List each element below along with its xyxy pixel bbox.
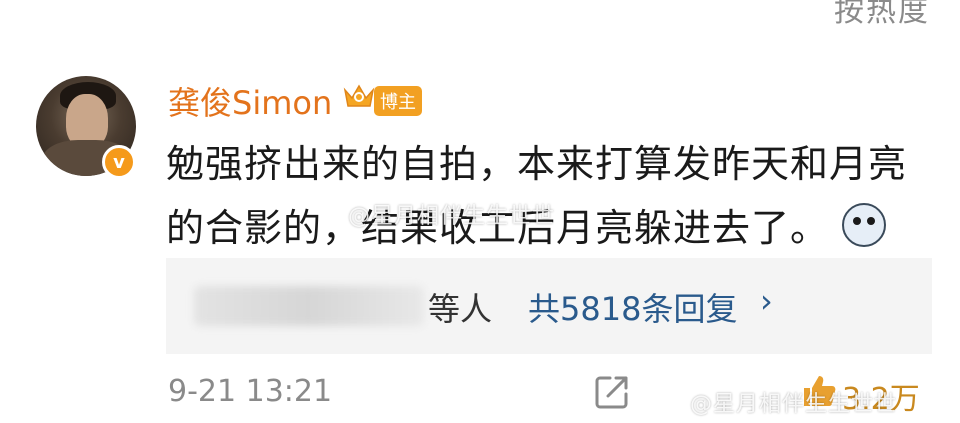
husky-emoji-icon <box>842 203 887 247</box>
blurred-reply-names <box>194 286 424 326</box>
share-icon[interactable] <box>594 374 630 410</box>
username[interactable]: 龚俊Simon <box>168 78 332 124</box>
watermark-center: @星月相伴生生世世 <box>348 204 556 229</box>
comment-text: 勉强挤出来的自拍，本来打算发昨天和月亮 的合影的，结果收工后月亮躲进去了。 <box>166 132 946 260</box>
reply-preview-box[interactable]: 等人 共5818条回复 › <box>166 258 932 354</box>
view-replies-link[interactable]: 共5818条回复 <box>528 284 737 330</box>
comment-timestamp: 9-21 13:21 <box>168 374 333 409</box>
verified-badge-icon: v <box>102 145 136 179</box>
crown-icon <box>343 84 375 107</box>
chevron-right-icon[interactable]: › <box>760 282 773 320</box>
blogger-badge: 博主 <box>374 86 422 116</box>
reply-suffix: 等人 <box>428 290 493 328</box>
comment-text-line-1: 勉强挤出来的自拍，本来打算发昨天和月亮 <box>166 142 908 186</box>
watermark-bottom: @星月相伴生生世世 <box>690 392 898 417</box>
sort-label[interactable]: 按热度 <box>834 0 930 30</box>
comment-text-line-2: 的合影的，结果收工后月亮躲进去了。 <box>166 196 946 260</box>
